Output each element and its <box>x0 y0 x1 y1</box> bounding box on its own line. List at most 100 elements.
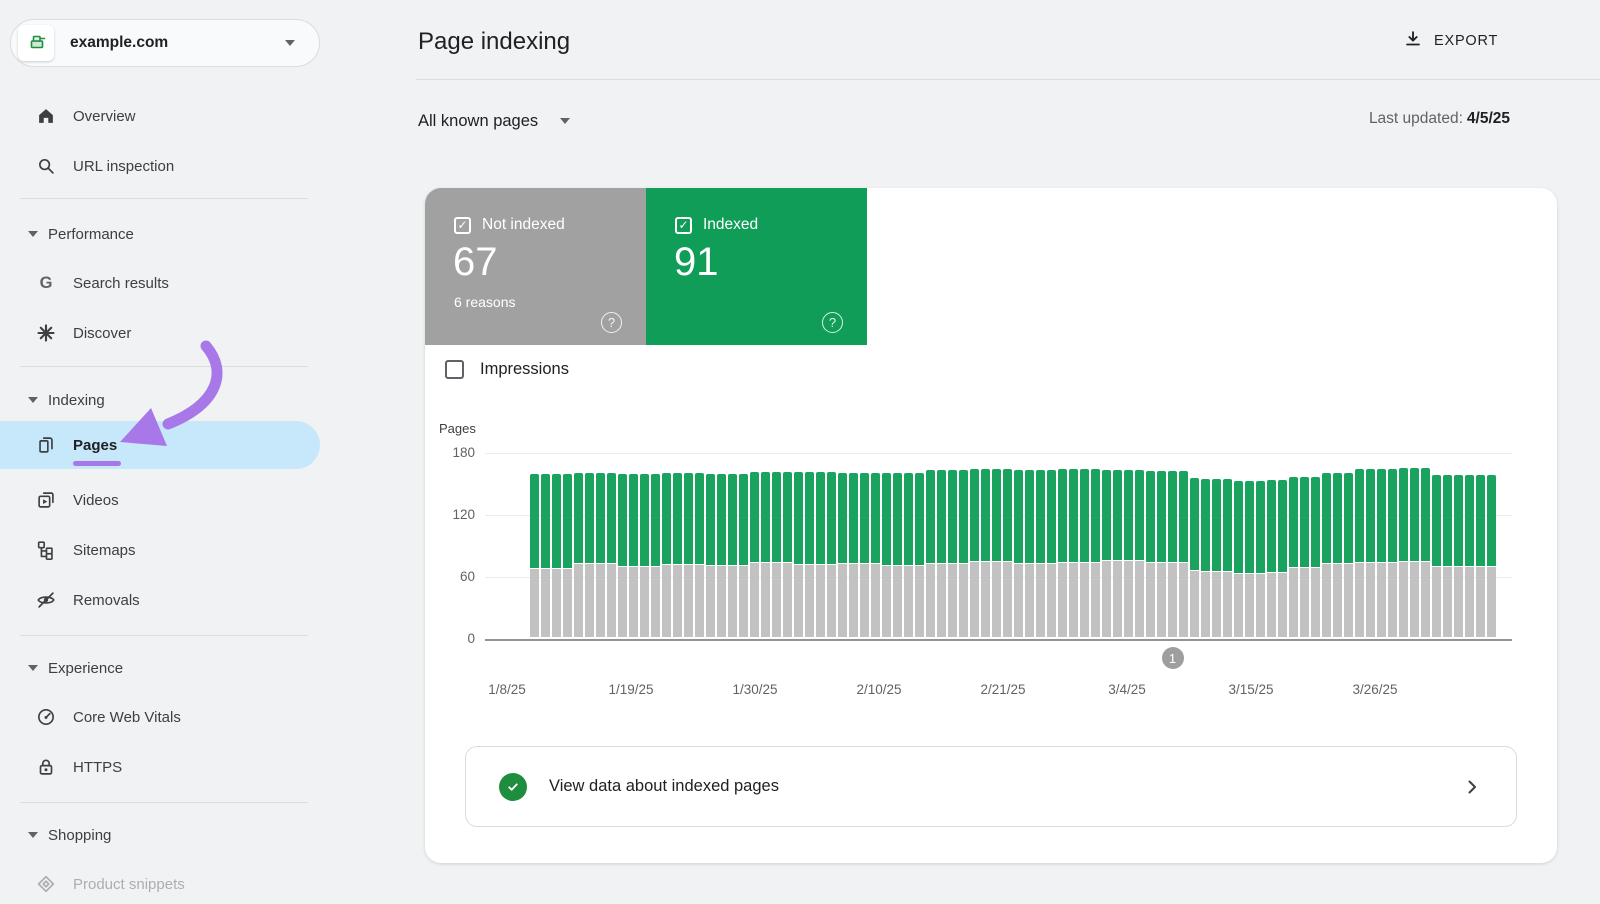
chart-bar[interactable] <box>1443 475 1452 637</box>
chart-bar[interactable] <box>1476 475 1485 637</box>
chart-bar[interactable] <box>574 473 583 637</box>
sidebar-item-https[interactable]: HTTPS <box>0 747 320 787</box>
chart-bar[interactable] <box>585 473 594 637</box>
chart-bar[interactable] <box>1300 477 1309 637</box>
chart-bar[interactable] <box>607 473 616 637</box>
chart-bar[interactable] <box>1234 481 1243 637</box>
impressions-toggle[interactable]: Impressions <box>445 360 569 379</box>
chart-bar[interactable] <box>1333 473 1342 637</box>
chart-bar[interactable] <box>772 472 781 637</box>
chart-bar[interactable] <box>816 472 825 637</box>
chart-bar[interactable] <box>1487 475 1496 637</box>
chart-bar[interactable] <box>1003 469 1012 637</box>
chart-bar[interactable] <box>915 473 924 637</box>
chart-bar[interactable] <box>1421 468 1430 637</box>
checkbox-checked-icon[interactable]: ✓ <box>454 217 471 234</box>
chart-bar[interactable] <box>563 474 572 637</box>
chart-bar[interactable] <box>1245 481 1254 637</box>
chart-bar[interactable] <box>739 474 748 637</box>
indexed-card[interactable]: ✓ Indexed 91 ? <box>646 188 867 345</box>
sidebar-item-discover[interactable]: Discover <box>0 313 320 353</box>
chart-bar[interactable] <box>860 473 869 637</box>
chart-bar[interactable] <box>706 474 715 637</box>
chart-bar[interactable] <box>618 474 627 637</box>
chart-bar[interactable] <box>1377 469 1386 637</box>
checkbox-unchecked-icon[interactable] <box>445 360 464 379</box>
chart-bar[interactable] <box>728 474 737 637</box>
chart-bar[interactable] <box>1047 470 1056 637</box>
chart-bar[interactable] <box>794 472 803 637</box>
sidebar-section-performance[interactable]: Performance <box>0 214 320 254</box>
chart-bar[interactable] <box>1113 470 1122 637</box>
chart-bar[interactable] <box>1168 471 1177 637</box>
chart-bar[interactable] <box>629 474 638 637</box>
chart-bar[interactable] <box>1399 468 1408 637</box>
help-icon[interactable]: ? <box>822 312 843 333</box>
chart-bar[interactable] <box>1223 479 1232 637</box>
chart-bar[interactable] <box>684 473 693 637</box>
chart-bar[interactable] <box>1157 471 1166 637</box>
checkbox-checked-icon[interactable]: ✓ <box>675 217 692 234</box>
sidebar-item-core-web-vitals[interactable]: Core Web Vitals <box>0 697 320 737</box>
sidebar-item-product-snippets[interactable]: Product snippets <box>0 864 320 904</box>
chart-bar[interactable] <box>1388 469 1397 637</box>
chart-bar[interactable] <box>552 474 561 637</box>
chart-bar[interactable] <box>1454 475 1463 637</box>
sidebar-section-shopping[interactable]: Shopping <box>0 815 320 855</box>
chart-bar[interactable] <box>1212 479 1221 637</box>
chart-bar[interactable] <box>838 473 847 637</box>
chart-bar[interactable] <box>926 470 935 637</box>
chart-bar[interactable] <box>695 473 704 637</box>
sidebar-item-pages[interactable]: Pages <box>0 421 320 469</box>
chart-bar[interactable] <box>1014 470 1023 637</box>
chart-bar[interactable] <box>805 472 814 637</box>
chart-bar[interactable] <box>970 469 979 637</box>
chart-bar[interactable] <box>783 472 792 637</box>
chart-bar[interactable] <box>673 473 682 637</box>
chart-bar[interactable] <box>1102 470 1111 637</box>
chart-bar[interactable] <box>1465 475 1474 637</box>
chart-bar[interactable] <box>640 474 649 637</box>
chart-bar[interactable] <box>1322 473 1331 637</box>
chart-bar[interactable] <box>761 472 770 637</box>
chart-bar[interactable] <box>651 474 660 637</box>
help-icon[interactable]: ? <box>601 312 622 333</box>
chart-bar[interactable] <box>1256 481 1265 637</box>
chart-bar[interactable] <box>904 473 913 637</box>
chart-bar[interactable] <box>1201 479 1210 637</box>
chart-bar[interactable] <box>1124 470 1133 637</box>
chart-bar[interactable] <box>1069 469 1078 637</box>
chart-bar[interactable] <box>541 474 550 637</box>
chart-bar[interactable] <box>1135 470 1144 637</box>
chart-bar[interactable] <box>1179 471 1188 637</box>
sidebar-item-sitemaps[interactable]: Sitemaps <box>0 530 320 570</box>
chart-bar[interactable] <box>1366 469 1375 637</box>
sidebar-item-url-inspection[interactable]: URL inspection <box>0 146 320 186</box>
chart-bar[interactable] <box>1190 478 1199 637</box>
property-selector[interactable]: example.com <box>10 19 320 67</box>
chart-bar[interactable] <box>1355 469 1364 637</box>
sidebar-section-experience[interactable]: Experience <box>0 648 320 688</box>
chart-bar[interactable] <box>948 470 957 637</box>
chart-bar[interactable] <box>1091 469 1100 637</box>
chart-bar[interactable] <box>827 472 836 637</box>
chart-bar[interactable] <box>750 472 759 637</box>
sidebar-item-search-results[interactable]: GSearch results <box>0 263 320 303</box>
chart-bar[interactable] <box>1058 469 1067 637</box>
chart-bar[interactable] <box>1289 477 1298 637</box>
chart-bar[interactable] <box>596 473 605 637</box>
page-filter-dropdown[interactable]: All known pages <box>418 108 570 134</box>
chart-bar[interactable] <box>1410 468 1419 637</box>
chart-bar[interactable] <box>1267 480 1276 637</box>
chart-bar[interactable] <box>1432 475 1441 637</box>
not-indexed-card[interactable]: ✓ Not indexed 67 6 reasons ? <box>425 188 646 345</box>
chart-bar[interactable] <box>937 470 946 637</box>
chart-bar[interactable] <box>893 473 902 637</box>
export-button[interactable]: EXPORT <box>1402 26 1498 56</box>
chart-bar[interactable] <box>1036 470 1045 637</box>
chart-bar[interactable] <box>981 469 990 637</box>
chart-bar[interactable] <box>662 473 671 637</box>
chart-bar[interactable] <box>530 474 539 637</box>
chart-bar[interactable] <box>1311 477 1320 637</box>
chart-bar[interactable] <box>717 474 726 637</box>
